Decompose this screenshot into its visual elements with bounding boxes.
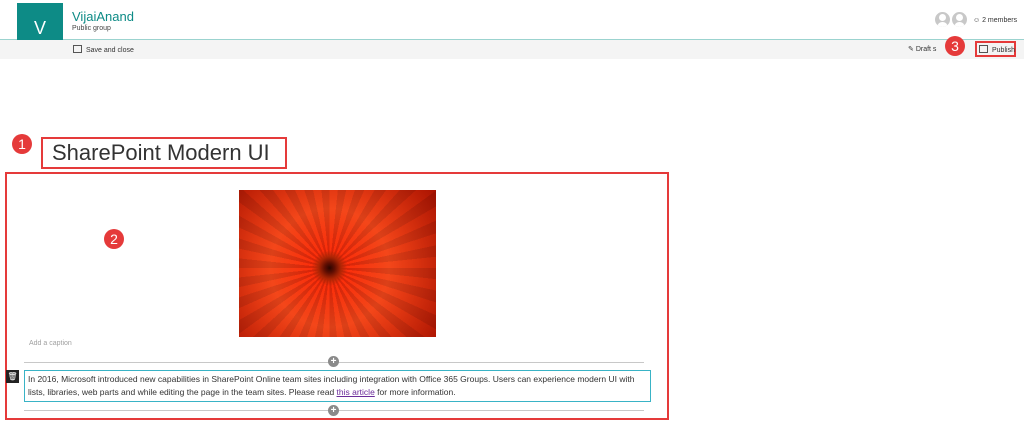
member-avatar-icon[interactable] [935, 12, 950, 27]
annotation-marker-3: 3 [945, 36, 965, 56]
person-icon: ☺ [973, 17, 983, 24]
members-label: 2 members [982, 17, 1018, 24]
body-text[interactable]: In 2016, Microsoft introduced new capabi… [28, 373, 648, 399]
publish-button[interactable]: Publish [979, 45, 1015, 54]
save-and-close-button[interactable]: Save and close [73, 45, 134, 54]
draft-saved-status: ✎ Draft s [908, 45, 936, 53]
add-webpart-icon[interactable]: + [328, 356, 339, 367]
save-and-close-label: Save and close [86, 47, 134, 54]
body-text-part: for more information. [374, 387, 456, 397]
add-webpart-icon[interactable]: + [328, 405, 339, 416]
annotation-marker-1: 1 [12, 134, 32, 154]
site-title[interactable]: VijaiAnand [72, 9, 134, 24]
caption-input[interactable]: Add a caption [29, 340, 72, 347]
member-avatar-icon[interactable] [952, 12, 967, 27]
pencil-icon: ✎ [908, 46, 916, 53]
save-icon [73, 45, 82, 53]
body-text-part: In 2016, Microsoft introduced new capabi… [28, 374, 635, 397]
article-link[interactable]: this article [337, 387, 375, 397]
site-subtitle: Public group [72, 25, 111, 32]
publish-icon [979, 45, 988, 53]
flower-image [239, 190, 436, 337]
delete-icon[interactable]: 🗑 [6, 370, 19, 383]
site-header [0, 0, 1024, 40]
draft-status-label: Draft s [915, 46, 937, 53]
publish-label: Publish [992, 47, 1015, 54]
annotation-marker-2: 2 [104, 229, 124, 249]
page-title[interactable]: SharePoint Modern UI [52, 140, 270, 166]
members-link[interactable]: ☺ 2 members [973, 17, 1017, 24]
command-bar [0, 40, 1024, 59]
